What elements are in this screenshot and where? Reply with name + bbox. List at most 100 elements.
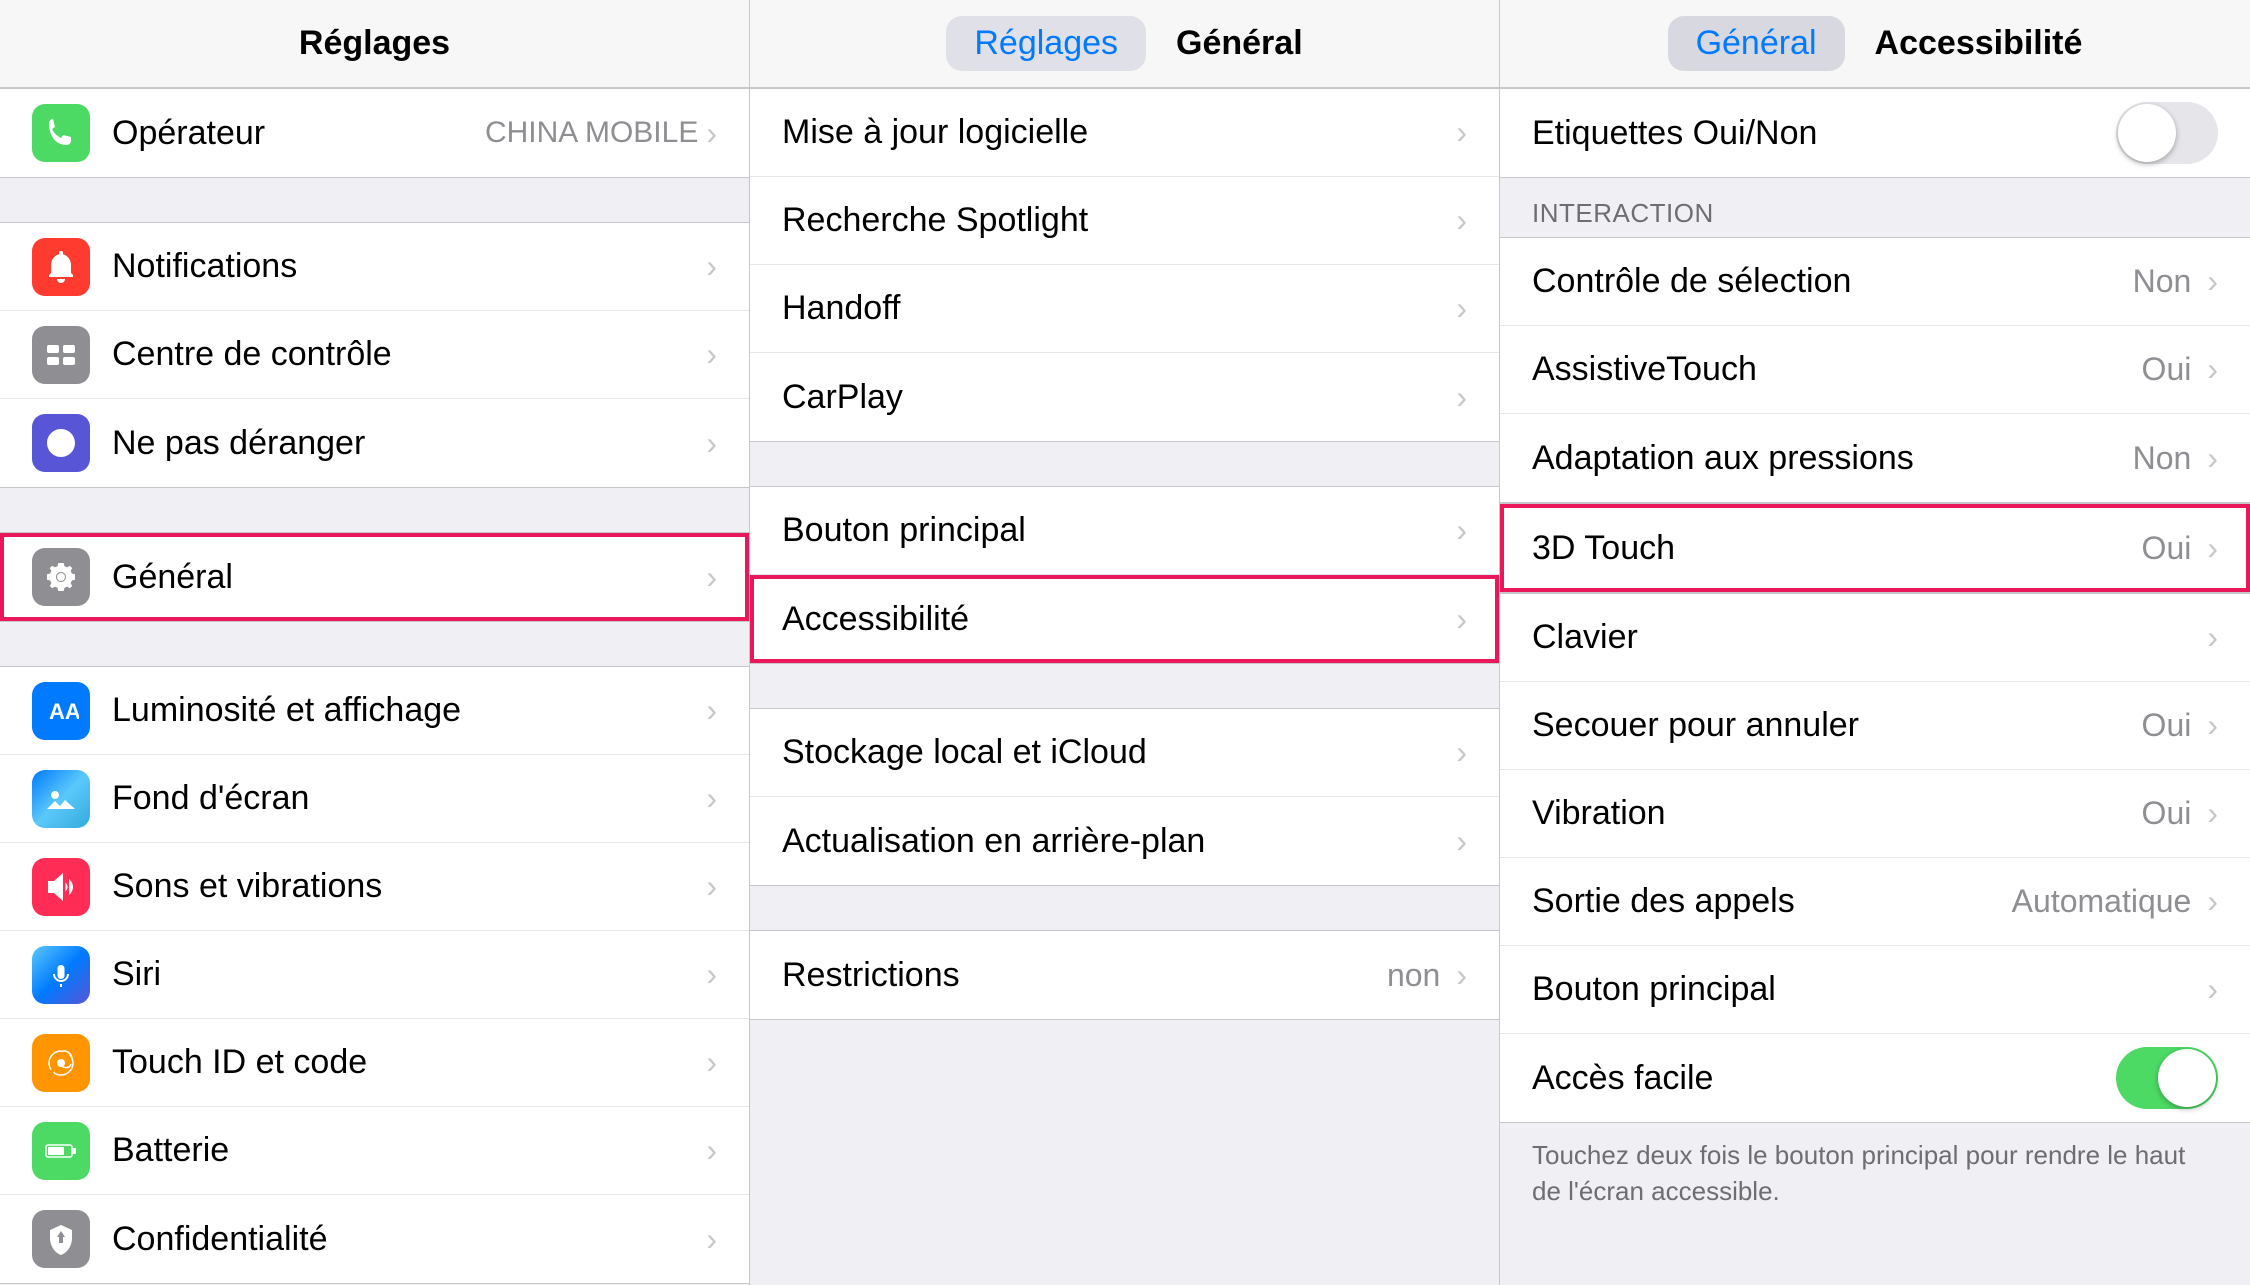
operateur-value: CHINA MOBILE bbox=[485, 116, 698, 150]
siri-icon bbox=[32, 946, 90, 1004]
maj-chevron: › bbox=[1456, 114, 1467, 151]
nav-back-3[interactable]: Général bbox=[1668, 16, 1845, 71]
row-siri[interactable]: Siri › bbox=[0, 931, 749, 1019]
vibration-value: Oui bbox=[2142, 795, 2192, 832]
row-carplay[interactable]: CarPlay › bbox=[750, 353, 1499, 441]
batterie-chevron: › bbox=[706, 1132, 717, 1169]
row-recherche-spotlight[interactable]: Recherche Spotlight › bbox=[750, 177, 1499, 265]
row-controle-selection[interactable]: Contrôle de sélection Non › bbox=[1500, 238, 2250, 326]
row-centre-controle[interactable]: Centre de contrôle › bbox=[0, 311, 749, 399]
row-stockage-icloud[interactable]: Stockage local et iCloud › bbox=[750, 709, 1499, 797]
actualisation-chevron: › bbox=[1456, 823, 1467, 860]
row-clavier[interactable]: Clavier › bbox=[1500, 594, 2250, 682]
nav-title-2: Général bbox=[1176, 24, 1303, 63]
etiquettes-toggle[interactable] bbox=[2116, 102, 2218, 164]
carplay-label: CarPlay bbox=[782, 378, 1456, 417]
bouton-principal-col2-label: Bouton principal bbox=[782, 511, 1456, 550]
row-operateur[interactable]: Opérateur CHINA MOBILE › bbox=[0, 89, 749, 177]
row-fond-ecran[interactable]: Fond d'écran › bbox=[0, 755, 749, 843]
nav-back-2[interactable]: Réglages bbox=[946, 16, 1146, 71]
general-icon bbox=[32, 548, 90, 606]
row-notifications[interactable]: Notifications › bbox=[0, 223, 749, 311]
col3-interaction-group: Contrôle de sélection Non › AssistiveTou… bbox=[1500, 237, 2250, 503]
row-luminosite[interactable]: AA Luminosité et affichage › bbox=[0, 667, 749, 755]
ne-pas-deranger-chevron: › bbox=[706, 425, 717, 462]
operateur-chevron: › bbox=[706, 115, 717, 152]
clavier-label: Clavier bbox=[1532, 618, 2207, 657]
fond-ecran-label: Fond d'écran bbox=[112, 779, 706, 818]
centre-controle-label: Centre de contrôle bbox=[112, 335, 706, 374]
fond-ecran-icon bbox=[32, 770, 90, 828]
nav-col1: Réglages bbox=[0, 0, 750, 87]
row-general[interactable]: Général › bbox=[0, 533, 749, 621]
sons-chevron: › bbox=[706, 868, 717, 905]
secouer-chevron: › bbox=[2207, 707, 2218, 744]
row-bouton-principal-col2[interactable]: Bouton principal › bbox=[750, 487, 1499, 575]
interaction-header: INTERACTION bbox=[1500, 178, 2250, 237]
operateur-icon bbox=[32, 104, 90, 162]
controle-selection-chevron: › bbox=[2207, 263, 2218, 300]
centre-controle-icon bbox=[32, 326, 90, 384]
adaptation-pressions-chevron: › bbox=[2207, 440, 2218, 477]
col1-display-group: AA Luminosité et affichage › Fond d'écra… bbox=[0, 666, 749, 1284]
bouton-principal-col3-chevron: › bbox=[2207, 971, 2218, 1008]
row-etiquettes[interactable]: Etiquettes Oui/Non bbox=[1500, 89, 2250, 177]
row-restrictions[interactable]: Restrictions non › bbox=[750, 931, 1499, 1019]
row-sons[interactable]: Sons et vibrations › bbox=[0, 843, 749, 931]
row-vibration[interactable]: Vibration Oui › bbox=[1500, 770, 2250, 858]
actualisation-label: Actualisation en arrière-plan bbox=[782, 822, 1456, 861]
row-3d-touch[interactable]: 3D Touch Oui › bbox=[1500, 504, 2250, 592]
nav-col3: Général Accessibilité bbox=[1500, 0, 2250, 87]
column-3: Etiquettes Oui/Non INTERACTION Contrôle … bbox=[1500, 88, 2250, 1285]
row-bouton-principal-col3[interactable]: Bouton principal › bbox=[1500, 946, 2250, 1034]
carplay-chevron: › bbox=[1456, 379, 1467, 416]
row-actualisation[interactable]: Actualisation en arrière-plan › bbox=[750, 797, 1499, 885]
row-ne-pas-deranger[interactable]: Ne pas déranger › bbox=[0, 399, 749, 487]
nav-title-3: Accessibilité bbox=[1875, 24, 2083, 63]
sortie-appels-value: Automatique bbox=[2012, 883, 2192, 920]
fond-ecran-chevron: › bbox=[706, 780, 717, 817]
acces-facile-toggle-knob bbox=[2158, 1049, 2216, 1107]
row-confidentialite[interactable]: Confidentialité › bbox=[0, 1195, 749, 1283]
row-sortie-appels[interactable]: Sortie des appels Automatique › bbox=[1500, 858, 2250, 946]
confidentialite-chevron: › bbox=[706, 1221, 717, 1258]
etiquettes-toggle-knob bbox=[2118, 104, 2176, 162]
row-touch-id[interactable]: Touch ID et code › bbox=[0, 1019, 749, 1107]
etiquettes-label: Etiquettes Oui/Non bbox=[1532, 114, 2106, 153]
col2-group4: Restrictions non › bbox=[750, 930, 1499, 1020]
acces-facile-toggle[interactable] bbox=[2116, 1047, 2218, 1109]
ne-pas-deranger-label: Ne pas déranger bbox=[112, 424, 706, 463]
centre-controle-chevron: › bbox=[706, 336, 717, 373]
row-accessibilite[interactable]: Accessibilité › bbox=[750, 575, 1499, 663]
luminosite-label: Luminosité et affichage bbox=[112, 691, 706, 730]
nav-title-1: Réglages bbox=[299, 24, 450, 63]
assistive-touch-label: AssistiveTouch bbox=[1532, 350, 2142, 389]
row-assistive-touch[interactable]: AssistiveTouch Oui › bbox=[1500, 326, 2250, 414]
sortie-appels-label: Sortie des appels bbox=[1532, 882, 2012, 921]
touch-id-label: Touch ID et code bbox=[112, 1043, 706, 1082]
operateur-label: Opérateur bbox=[112, 114, 485, 153]
notifications-chevron: › bbox=[706, 248, 717, 285]
stockage-chevron: › bbox=[1456, 734, 1467, 771]
row-handoff[interactable]: Handoff › bbox=[750, 265, 1499, 353]
column-1: Opérateur CHINA MOBILE › Notifications ›… bbox=[0, 88, 750, 1285]
col1-main-group: Notifications › Centre de contrôle › Ne … bbox=[0, 222, 749, 488]
svg-text:AA: AA bbox=[49, 699, 79, 724]
col3-bottom-group: Clavier › Secouer pour annuler Oui › Vib… bbox=[1500, 593, 2250, 1123]
row-acces-facile[interactable]: Accès facile bbox=[1500, 1034, 2250, 1122]
accessibilite-chevron: › bbox=[1456, 601, 1467, 638]
vibration-label: Vibration bbox=[1532, 794, 2142, 833]
row-secouer[interactable]: Secouer pour annuler Oui › bbox=[1500, 682, 2250, 770]
assistive-touch-chevron: › bbox=[2207, 351, 2218, 388]
sortie-appels-chevron: › bbox=[2207, 883, 2218, 920]
restrictions-label: Restrictions bbox=[782, 956, 1387, 995]
secouer-label: Secouer pour annuler bbox=[1532, 706, 2142, 745]
bouton-principal-col3-label: Bouton principal bbox=[1532, 970, 2207, 1009]
general-label: Général bbox=[112, 558, 706, 597]
row-maj-logicielle[interactable]: Mise à jour logicielle › bbox=[750, 89, 1499, 177]
nav-col2: Réglages Général bbox=[750, 0, 1500, 87]
batterie-label: Batterie bbox=[112, 1131, 706, 1170]
row-batterie[interactable]: Batterie › bbox=[0, 1107, 749, 1195]
row-adaptation-pressions[interactable]: Adaptation aux pressions Non › bbox=[1500, 414, 2250, 502]
stockage-label: Stockage local et iCloud bbox=[782, 733, 1456, 772]
